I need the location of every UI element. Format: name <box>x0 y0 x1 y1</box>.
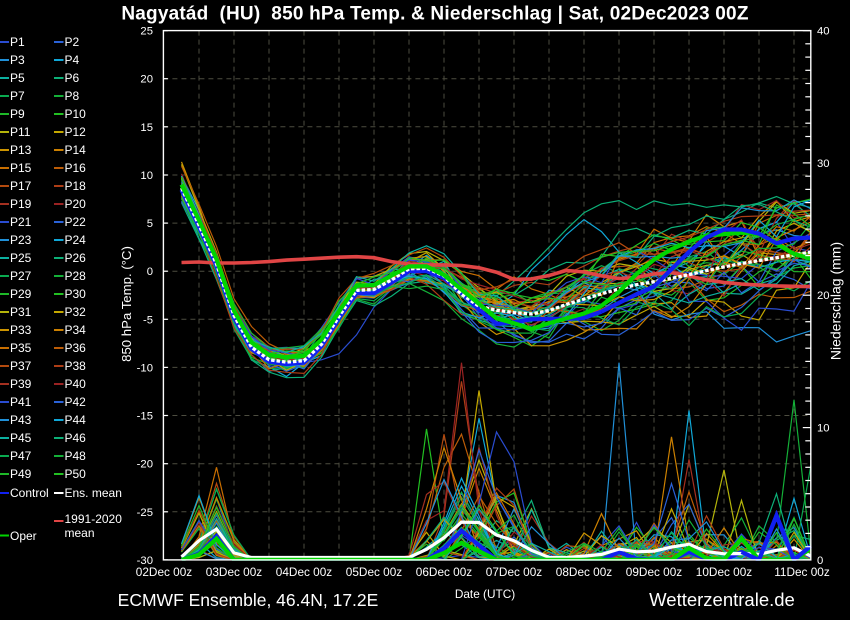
svg-text:Nagyatád (HU) 850 hPa Temp.: Nagyatád (HU) 850 hPa Temp. & Niederschl… <box>121 4 748 25</box>
svg-text:850 hPa Temp. (°C): 850 hPa Temp. (°C) <box>119 246 134 362</box>
svg-text:P24: P24 <box>65 233 87 247</box>
svg-text:P39: P39 <box>10 377 32 391</box>
svg-text:Control: Control <box>10 486 49 500</box>
svg-text:-15: -15 <box>137 411 153 423</box>
svg-text:P30: P30 <box>65 287 87 301</box>
svg-text:P22: P22 <box>65 215 87 229</box>
svg-text:P11: P11 <box>10 125 31 139</box>
svg-text:Date (UTC): Date (UTC) <box>455 587 515 601</box>
svg-text:05Dec 00z: 05Dec 00z <box>346 565 402 579</box>
svg-text:P31: P31 <box>10 305 32 319</box>
svg-text:P28: P28 <box>65 269 87 283</box>
svg-text:15: 15 <box>140 122 153 134</box>
svg-text:P47: P47 <box>10 449 32 463</box>
svg-text:09Dec 00z: 09Dec 00z <box>626 565 682 579</box>
svg-text:-20: -20 <box>137 459 153 471</box>
svg-text:mean: mean <box>65 526 95 540</box>
svg-text:P6: P6 <box>65 71 80 85</box>
svg-text:Wetterzentrale.de: Wetterzentrale.de <box>649 589 795 610</box>
svg-text:P23: P23 <box>10 233 32 247</box>
svg-text:P2: P2 <box>65 35 80 49</box>
svg-text:P44: P44 <box>65 413 87 427</box>
svg-text:P15: P15 <box>10 161 32 175</box>
svg-text:-25: -25 <box>137 507 153 519</box>
svg-text:P34: P34 <box>65 323 87 337</box>
svg-text:P19: P19 <box>10 197 32 211</box>
svg-text:P16: P16 <box>65 161 87 175</box>
svg-text:1991-2020: 1991-2020 <box>65 512 123 526</box>
svg-text:40: 40 <box>817 26 830 38</box>
svg-text:04Dec 00z: 04Dec 00z <box>276 565 332 579</box>
svg-text:03Dec 00z: 03Dec 00z <box>206 565 262 579</box>
svg-text:P46: P46 <box>65 431 87 445</box>
svg-text:P10: P10 <box>65 107 87 121</box>
svg-text:P36: P36 <box>65 341 87 355</box>
svg-text:Ens. mean: Ens. mean <box>65 486 122 500</box>
svg-text:02Dec 00z: 02Dec 00z <box>136 565 192 579</box>
svg-text:ECMWF Ensemble, 46.4N, 17.2E: ECMWF Ensemble, 46.4N, 17.2E <box>118 590 379 610</box>
svg-text:25: 25 <box>140 26 153 38</box>
svg-text:P26: P26 <box>65 251 87 265</box>
svg-text:5: 5 <box>147 218 153 230</box>
svg-text:P18: P18 <box>65 179 87 193</box>
svg-text:P20: P20 <box>65 197 87 211</box>
svg-text:P45: P45 <box>10 431 32 445</box>
svg-text:P40: P40 <box>65 377 87 391</box>
svg-text:Oper: Oper <box>10 529 37 543</box>
svg-text:P9: P9 <box>10 107 25 121</box>
svg-text:P35: P35 <box>10 341 32 355</box>
svg-text:07Dec 00z: 07Dec 00z <box>486 565 542 579</box>
svg-text:20: 20 <box>140 74 153 86</box>
svg-text:11Dec 00z: 11Dec 00z <box>774 565 830 579</box>
svg-text:P42: P42 <box>65 395 87 409</box>
svg-text:P12: P12 <box>65 125 87 139</box>
svg-text:P37: P37 <box>10 359 32 373</box>
svg-text:P17: P17 <box>10 179 32 193</box>
svg-text:P48: P48 <box>65 449 87 463</box>
svg-text:Niederschlag (mm): Niederschlag (mm) <box>828 242 844 360</box>
svg-text:P49: P49 <box>10 467 32 481</box>
svg-text:P3: P3 <box>10 53 25 67</box>
svg-text:P41: P41 <box>10 395 32 409</box>
svg-text:P32: P32 <box>65 305 87 319</box>
svg-text:10: 10 <box>817 423 830 435</box>
svg-text:-10: -10 <box>137 362 153 374</box>
svg-text:P1: P1 <box>10 35 25 49</box>
svg-text:P8: P8 <box>65 89 80 103</box>
svg-text:0: 0 <box>147 266 153 278</box>
svg-text:P14: P14 <box>65 143 87 157</box>
svg-text:06Dec 00z: 06Dec 00z <box>416 565 472 579</box>
svg-text:P21: P21 <box>10 215 32 229</box>
svg-text:P38: P38 <box>65 359 87 373</box>
svg-text:10: 10 <box>140 170 153 182</box>
svg-text:P5: P5 <box>10 71 25 85</box>
svg-text:P43: P43 <box>10 413 32 427</box>
svg-text:08Dec 00z: 08Dec 00z <box>556 565 612 579</box>
svg-text:P25: P25 <box>10 251 32 265</box>
svg-text:30: 30 <box>817 158 830 170</box>
svg-text:P13: P13 <box>10 143 32 157</box>
svg-text:P33: P33 <box>10 323 32 337</box>
svg-text:-5: -5 <box>143 314 153 326</box>
svg-text:P7: P7 <box>10 89 25 103</box>
svg-text:P29: P29 <box>10 287 32 301</box>
svg-text:P4: P4 <box>65 53 80 67</box>
svg-text:10Dec 00z: 10Dec 00z <box>696 565 752 579</box>
svg-text:P27: P27 <box>10 269 32 283</box>
svg-text:P50: P50 <box>65 467 87 481</box>
